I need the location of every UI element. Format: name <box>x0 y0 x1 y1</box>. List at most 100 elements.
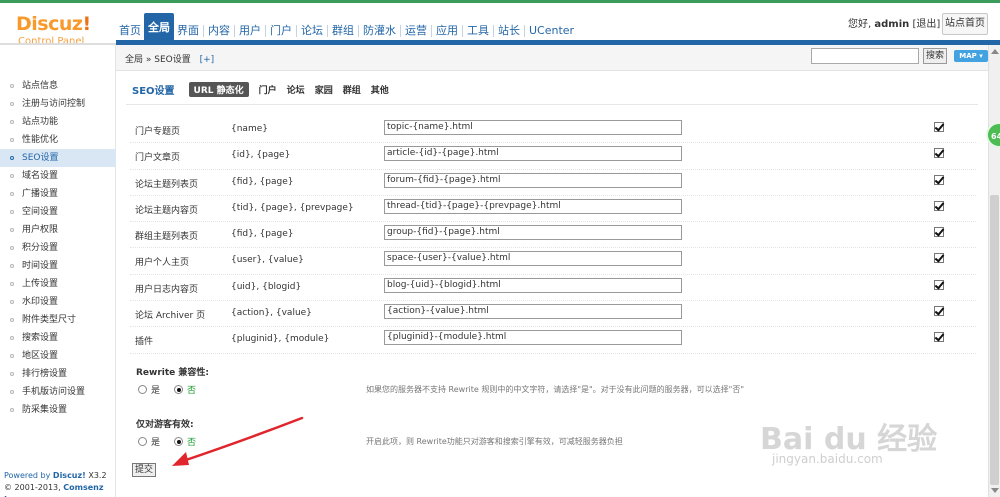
rule-enable-checkbox[interactable] <box>934 306 944 317</box>
rewrite-compat-no-radio[interactable] <box>174 385 184 394</box>
sidebar-item-label: 性能优化 <box>22 135 59 145</box>
sidebar-item[interactable]: 站点功能 <box>0 113 116 131</box>
bullet-icon <box>10 390 14 394</box>
search-button[interactable]: 搜索 <box>923 48 947 64</box>
tab[interactable]: 门户 <box>259 83 277 96</box>
sidebar-item-label: 广播设置 <box>22 189 59 199</box>
guest-only-radios: 是 否 <box>138 435 210 448</box>
rule-variables: {user}, {value} <box>231 255 304 266</box>
sidebar-item[interactable]: 搜索设置 <box>0 329 116 347</box>
bullet-icon <box>10 156 14 160</box>
rule-row: 论坛主题列表页 {fid}, {page} forum-{fid}-{page}.h… <box>130 170 976 196</box>
sidebar-item[interactable]: 附件类型尺寸 <box>0 311 116 329</box>
nav-separator <box>400 25 401 37</box>
rule-name: 论坛 Archiver 页 <box>135 311 206 322</box>
sidebar-item-label: 搜索设置 <box>22 333 59 343</box>
rule-enable-checkbox[interactable] <box>934 122 944 132</box>
sidebar-item[interactable]: 水印设置 <box>0 293 116 311</box>
rule-format-input[interactable]: article-{id}-{page}.html <box>384 146 682 162</box>
guest-only-yes-radio[interactable] <box>138 437 147 446</box>
tab[interactable]: URL 静态化 <box>188 81 249 97</box>
tab[interactable]: 论坛 <box>287 83 305 96</box>
sidebar-item[interactable]: 站点信息 <box>0 77 116 95</box>
guest-only-tip: 开启此项，则 Rewrite功能只对游客和搜索引擎有效，可减轻服务器负担 <box>366 437 623 446</box>
sidebar-item[interactable]: 空间设置 <box>0 203 116 221</box>
guest-only-yes-label[interactable]: 是 <box>151 435 160 448</box>
site-home-button[interactable]: 站点首页 <box>942 13 988 35</box>
rule-format-input[interactable]: {pluginid}-{module}.html <box>384 330 682 346</box>
rewrite-compat-tip: 如果您的服务器不支持 Rewrite 规则中的中文字符，请选择"是"。对于没有此… <box>366 385 745 394</box>
rule-format-input[interactable]: forum-{fid}-{page}.html <box>384 172 682 188</box>
rule-enable-checkbox[interactable] <box>934 279 944 290</box>
guest-only-no-label[interactable]: 否 <box>187 435 196 448</box>
rule-enable-checkbox[interactable] <box>934 227 944 238</box>
sidebar-item[interactable]: 注册与访问控制 <box>0 95 116 113</box>
bullet-icon <box>10 246 14 250</box>
sidebar: 站点信息 注册与访问控制 站点功能性能优化 SEO设置 域名设置广播设置空间设置 用户权限… <box>0 45 116 497</box>
sidebar-item[interactable]: 时间设置 <box>0 257 116 275</box>
sidebar-item[interactable]: 广播设置 <box>0 185 116 203</box>
rule-enable-checkbox[interactable] <box>934 174 944 185</box>
watermark-url: jingyan.baidu.com <box>772 452 883 466</box>
tab[interactable]: 群组 <box>343 83 361 96</box>
rule-name: 论坛主题列表页 <box>135 179 199 190</box>
tab[interactable]: 其他 <box>371 83 389 96</box>
rule-format-input[interactable]: thread-{tid}-{page}-{prevpage}.html <box>384 198 682 214</box>
powered-name[interactable]: Discuz! <box>53 471 86 480</box>
sidebar-item[interactable]: SEO设置 <box>0 149 116 167</box>
username[interactable]: admin <box>874 19 909 30</box>
rewrite-compat-yes-label[interactable]: 是 <box>151 383 160 396</box>
nav-separator <box>296 25 297 37</box>
sidebar-item[interactable]: 积分设置 <box>0 239 116 257</box>
rewrite-compat-yes-radio[interactable] <box>138 385 147 394</box>
bullet-icon <box>10 102 14 106</box>
sidebar-item-label: 手机版访问设置 <box>22 387 86 397</box>
user-area: 您好, admin [退出] <box>848 15 940 30</box>
bullet-icon <box>10 336 14 340</box>
map-button[interactable]: MAP ▾ <box>954 50 988 62</box>
logout-link[interactable]: [退出] <box>912 19 940 30</box>
nav-item[interactable]: 全局 <box>144 13 174 43</box>
sidebar-item[interactable]: 上传设置 <box>0 275 116 293</box>
guest-only-no-radio[interactable] <box>174 437 184 446</box>
rule-enable-checkbox[interactable] <box>934 253 944 264</box>
tab[interactable]: 家园 <box>315 83 333 96</box>
rewrite-compat-no-label[interactable]: 否 <box>187 383 196 396</box>
rule-name: 用户个人主页 <box>135 258 190 269</box>
sidebar-item[interactable]: 性能优化 <box>0 131 116 149</box>
nav-separator <box>431 25 432 37</box>
rule-format-input[interactable]: group-{fid}-{page}.html <box>384 225 682 241</box>
powered-by: Powered by Discuz! X3.2 © 2001-2013, Com… <box>4 470 115 497</box>
rule-format-input[interactable]: topic-{name}.html <box>384 120 682 135</box>
sidebar-item[interactable]: 手机版访问设置 <box>0 383 116 401</box>
nav-separator <box>203 25 204 37</box>
search-input[interactable] <box>811 48 919 64</box>
bullet-icon <box>10 318 14 322</box>
scroll-up-arrow[interactable] <box>991 49 999 54</box>
copyright: © 2001-2013, <box>4 483 61 492</box>
scroll-down-arrow[interactable] <box>991 488 999 493</box>
rule-enable-checkbox[interactable] <box>934 148 944 159</box>
rule-variables: {fid}, {page} <box>231 176 294 187</box>
sidebar-item-label: 排行榜设置 <box>22 369 68 379</box>
scroll-thumb[interactable] <box>990 195 999 485</box>
submit-button[interactable]: 提交 <box>132 463 156 477</box>
breadcrumb-bar: 全局 » SEO设置 [+] 搜索 MAP ▾ <box>116 45 988 71</box>
bullet-icon <box>10 300 14 304</box>
sidebar-item[interactable]: 排行榜设置 <box>0 365 116 383</box>
sidebar-item[interactable]: 地区设置 <box>0 347 116 365</box>
rule-enable-checkbox[interactable] <box>934 200 944 211</box>
rewrite-compat-title: Rewrite 兼容性: <box>136 368 210 378</box>
sidebar-item[interactable]: 域名设置 <box>0 167 116 185</box>
rule-format-input[interactable]: space-{user}-{value}.html <box>384 251 682 267</box>
rule-format-input[interactable]: blog-{uid}-{blogid}.html <box>384 277 682 293</box>
nav-separator <box>327 25 328 37</box>
rule-format-input[interactable]: {action}-{value}.html <box>384 304 682 320</box>
rule-variables: {uid}, {blogid} <box>231 281 302 292</box>
sidebar-item[interactable]: 用户权限 <box>0 221 116 239</box>
vertical-scrollbar[interactable] <box>988 45 1000 497</box>
rule-enable-checkbox[interactable] <box>934 332 944 343</box>
add-shortcut-link[interactable]: [+] <box>200 55 215 65</box>
map-button-label: MAP <box>959 52 977 60</box>
sidebar-item[interactable]: 防采集设置 <box>0 401 116 419</box>
